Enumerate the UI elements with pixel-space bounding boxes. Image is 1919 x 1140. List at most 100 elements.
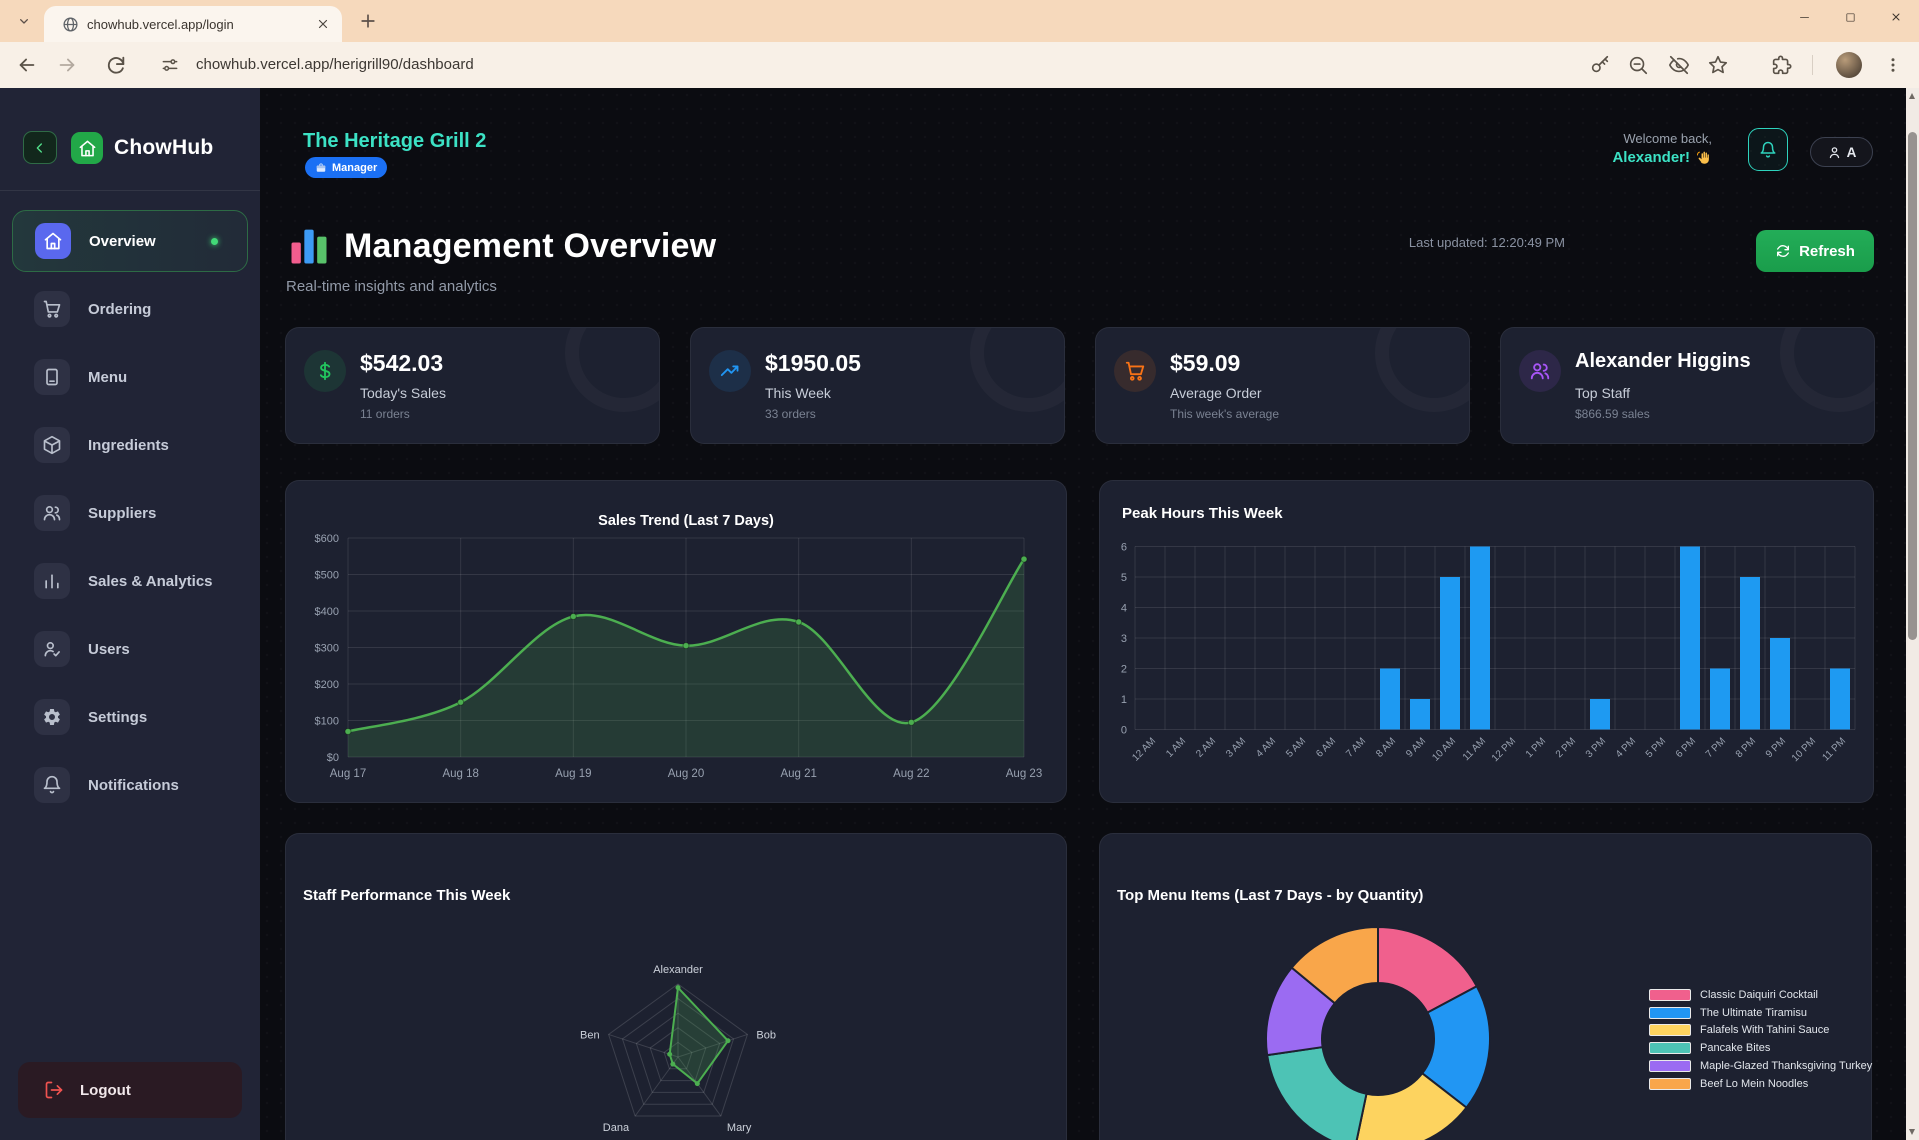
- svg-text:Aug 22: Aug 22: [893, 768, 929, 780]
- legend-swatch: [1649, 989, 1691, 1001]
- legend-item[interactable]: Beef Lo Mein Noodles: [1649, 1075, 1872, 1093]
- logout-button[interactable]: Logout: [18, 1062, 242, 1118]
- stat-card-today-s-sales: $542.03Today's Sales11 orders: [285, 327, 660, 444]
- svg-text:$400: $400: [315, 606, 339, 618]
- window-maximize-button[interactable]: [1827, 0, 1873, 34]
- svg-text:Aug 17: Aug 17: [330, 768, 366, 780]
- gear-icon: [34, 699, 70, 735]
- legend-item[interactable]: Pancake Bites: [1649, 1039, 1872, 1057]
- svg-text:4 AM: 4 AM: [1254, 736, 1278, 760]
- peak-hours-card: Peak Hours This Week012345612 AM1 AM2 AM…: [1099, 480, 1874, 803]
- sidebar-item-menu[interactable]: Menu: [12, 346, 248, 408]
- window-minimize-button[interactable]: [1781, 0, 1827, 34]
- sidebar-item-label: Sales & Analytics: [88, 573, 213, 590]
- stat-card-this-week: $1950.05This Week33 orders: [690, 327, 1065, 444]
- window-close-button[interactable]: [1873, 0, 1919, 34]
- svg-text:12 PM: 12 PM: [1490, 736, 1518, 764]
- svg-text:10 PM: 10 PM: [1790, 736, 1818, 764]
- svg-text:$300: $300: [315, 643, 339, 655]
- sidebar-item-users[interactable]: Users: [12, 618, 248, 680]
- bar-chart-emoji-icon: [288, 225, 330, 267]
- welcome-text: Welcome back,: [1623, 131, 1712, 146]
- top-menu-items-card: Top Menu Items (Last 7 Days - by Quantit…: [1099, 833, 1872, 1140]
- svg-text:3: 3: [1121, 633, 1127, 645]
- svg-text:1: 1: [1121, 694, 1127, 706]
- toolbar-divider: [1812, 55, 1813, 75]
- url-text[interactable]: chowhub.vercel.app/herigrill90/dashboard: [196, 42, 474, 88]
- legend-item[interactable]: Classic Daiquiri Cocktail: [1649, 986, 1872, 1004]
- legend-item[interactable]: Maple-Glazed Thanksgiving Turkey: [1649, 1057, 1872, 1075]
- site-info-icon[interactable]: [160, 55, 180, 75]
- cube-icon: [34, 427, 70, 463]
- reload-button[interactable]: [105, 54, 127, 76]
- trend-icon: [709, 350, 751, 392]
- brand-name: ChowHub: [114, 136, 213, 160]
- svg-text:4 PM: 4 PM: [1614, 736, 1638, 760]
- svg-text:Dana: Dana: [603, 1122, 630, 1134]
- browser-menu-icon[interactable]: [1884, 56, 1902, 74]
- sidebar-item-sales-analytics[interactable]: Sales & Analytics: [12, 550, 248, 612]
- scrollbar-down-arrow[interactable]: [1909, 1129, 1915, 1135]
- peak-hours-chart: Peak Hours This Week012345612 AM1 AM2 AM…: [1100, 481, 1875, 804]
- logout-label: Logout: [80, 1082, 131, 1099]
- tab-search-button[interactable]: [10, 7, 38, 35]
- sidebar-item-settings[interactable]: Settings: [12, 686, 248, 748]
- user-avatar-button[interactable]: A: [1810, 137, 1873, 167]
- role-badge: Manager: [305, 157, 387, 178]
- app-viewport: ChowHub OverviewOrderingMenuIngredientsS…: [0, 88, 1906, 1140]
- svg-text:11 PM: 11 PM: [1820, 736, 1848, 764]
- sidebar-item-ingredients[interactable]: Ingredients: [12, 414, 248, 476]
- forward-button[interactable]: [56, 54, 78, 76]
- legend-swatch: [1649, 1060, 1691, 1072]
- svg-text:4: 4: [1121, 603, 1127, 615]
- sales-trend-chart: Sales Trend (Last 7 Days)$0$100$200$300$…: [286, 481, 1068, 804]
- svg-text:8 AM: 8 AM: [1374, 736, 1398, 760]
- bookmark-star-icon[interactable]: [1707, 54, 1729, 76]
- staff-radar-chart: AlexanderBobMaryDanaBen: [286, 834, 1068, 1140]
- sidebar-item-label: Notifications: [88, 777, 179, 794]
- browser-tabstrip: chowhub.vercel.app/login: [0, 0, 1919, 42]
- refresh-button[interactable]: Refresh: [1756, 230, 1874, 272]
- sidebar-item-ordering[interactable]: Ordering: [12, 278, 248, 340]
- legend-item[interactable]: The Ultimate Tiramisu: [1649, 1004, 1872, 1022]
- eye-off-icon[interactable]: [1668, 54, 1690, 76]
- password-key-icon[interactable]: [1589, 54, 1611, 76]
- sidebar-item-notifications[interactable]: Notifications: [12, 754, 248, 816]
- svg-text:$500: $500: [315, 570, 339, 582]
- svg-text:7 AM: 7 AM: [1344, 736, 1368, 760]
- scrollbar-thumb[interactable]: [1908, 132, 1917, 640]
- page-scrollbar[interactable]: [1906, 88, 1919, 1140]
- people-icon: [1519, 350, 1561, 392]
- zoom-out-icon[interactable]: [1627, 54, 1649, 76]
- legend-label: The Ultimate Tiramisu: [1700, 1007, 1807, 1019]
- sidebar-divider: [0, 190, 260, 191]
- browser-tab[interactable]: chowhub.vercel.app/login: [44, 6, 342, 42]
- tab-title: chowhub.vercel.app/login: [87, 17, 314, 32]
- sidebar-item-suppliers[interactable]: Suppliers: [12, 482, 248, 544]
- tab-close-icon[interactable]: [314, 15, 332, 33]
- svg-text:$200: $200: [315, 679, 339, 691]
- sidebar-item-overview[interactable]: Overview: [12, 210, 248, 272]
- svg-text:9 AM: 9 AM: [1404, 736, 1428, 760]
- new-tab-button[interactable]: [356, 9, 380, 33]
- svg-text:Aug 23: Aug 23: [1006, 768, 1042, 780]
- extensions-icon[interactable]: [1771, 54, 1793, 76]
- notifications-bell-button[interactable]: [1748, 128, 1788, 171]
- cart-icon: [34, 291, 70, 327]
- sidebar-item-label: Users: [88, 641, 130, 658]
- svg-text:Aug 18: Aug 18: [442, 768, 478, 780]
- stat-value: $1950.05: [765, 350, 861, 377]
- svg-text:2 PM: 2 PM: [1554, 736, 1578, 760]
- svg-text:9 PM: 9 PM: [1764, 736, 1788, 760]
- legend-item[interactable]: Falafels With Tahini Sauce: [1649, 1022, 1872, 1040]
- back-button[interactable]: [16, 54, 38, 76]
- browser-profile-avatar[interactable]: [1836, 52, 1862, 78]
- scrollbar-up-arrow[interactable]: [1909, 93, 1915, 99]
- stat-sublabel: 11 orders: [360, 407, 410, 421]
- person-icon: [1827, 145, 1842, 160]
- briefcase-icon: [315, 162, 327, 174]
- legend-label: Classic Daiquiri Cocktail: [1700, 989, 1818, 1001]
- waving-hand-icon: [1695, 149, 1712, 166]
- sidebar-collapse-button[interactable]: [23, 131, 57, 164]
- svg-text:Aug 21: Aug 21: [780, 768, 816, 780]
